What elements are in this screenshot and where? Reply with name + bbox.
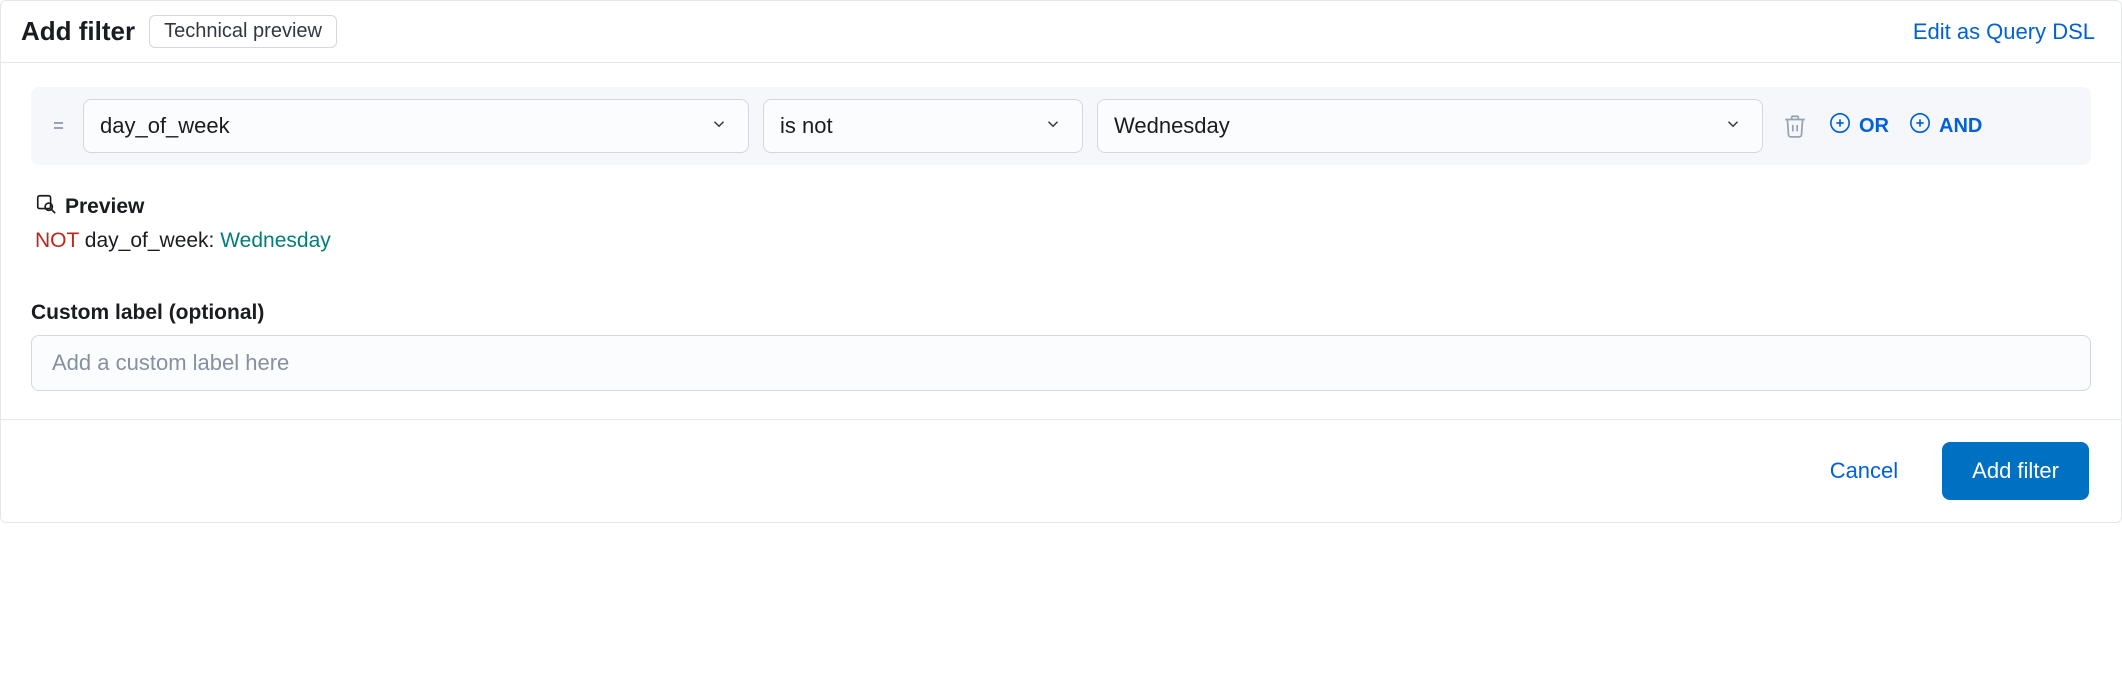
- technical-preview-badge: Technical preview: [149, 15, 337, 48]
- field-select-value: day_of_week: [100, 113, 230, 139]
- dialog-title: Add filter: [21, 16, 135, 47]
- preview-value: Wednesday: [220, 229, 331, 252]
- value-select[interactable]: Wednesday: [1097, 99, 1763, 153]
- dialog-footer: Cancel Add filter: [1, 419, 2121, 522]
- chevron-down-icon: [1724, 113, 1742, 139]
- custom-label-section: Custom label (optional): [31, 301, 2091, 391]
- preview-query: NOT day_of_week: Wednesday: [35, 229, 2091, 253]
- operator-select-value: is not: [780, 113, 833, 139]
- chevron-down-icon: [1044, 113, 1062, 139]
- edit-as-query-dsl-link[interactable]: Edit as Query DSL: [1913, 19, 2095, 45]
- dialog-body: = day_of_week is not Wednesday: [1, 63, 2121, 419]
- field-select[interactable]: day_of_week: [83, 99, 749, 153]
- preview-field: day_of_week:: [85, 229, 215, 252]
- or-label: OR: [1859, 115, 1889, 138]
- chevron-down-icon: [710, 113, 728, 139]
- preview-heading: Preview: [35, 193, 2091, 221]
- filter-row: = day_of_week is not Wednesday: [31, 87, 2091, 165]
- header-left: Add filter Technical preview: [21, 15, 337, 48]
- add-filter-button[interactable]: Add filter: [1942, 442, 2089, 500]
- custom-label-input[interactable]: [31, 335, 2091, 391]
- cancel-button[interactable]: Cancel: [1830, 458, 1898, 484]
- preview-not-operator: NOT: [35, 229, 79, 252]
- inspect-icon: [35, 193, 57, 221]
- custom-label-title: Custom label (optional): [31, 301, 2091, 325]
- add-or-button[interactable]: OR: [1829, 112, 1889, 140]
- plus-circle-icon: [1909, 112, 1931, 140]
- add-filter-dialog: Add filter Technical preview Edit as Que…: [0, 0, 2122, 523]
- drag-handle-icon[interactable]: =: [49, 116, 69, 137]
- preview-heading-text: Preview: [65, 195, 144, 219]
- plus-circle-icon: [1829, 112, 1851, 140]
- filter-row-actions: OR AND: [1781, 112, 1982, 140]
- value-select-value: Wednesday: [1114, 113, 1230, 139]
- add-and-button[interactable]: AND: [1909, 112, 1982, 140]
- operator-select[interactable]: is not: [763, 99, 1083, 153]
- and-label: AND: [1939, 115, 1982, 138]
- delete-filter-button[interactable]: [1781, 112, 1809, 140]
- dialog-header: Add filter Technical preview Edit as Que…: [1, 1, 2121, 63]
- preview-section: Preview NOT day_of_week: Wednesday: [31, 193, 2091, 253]
